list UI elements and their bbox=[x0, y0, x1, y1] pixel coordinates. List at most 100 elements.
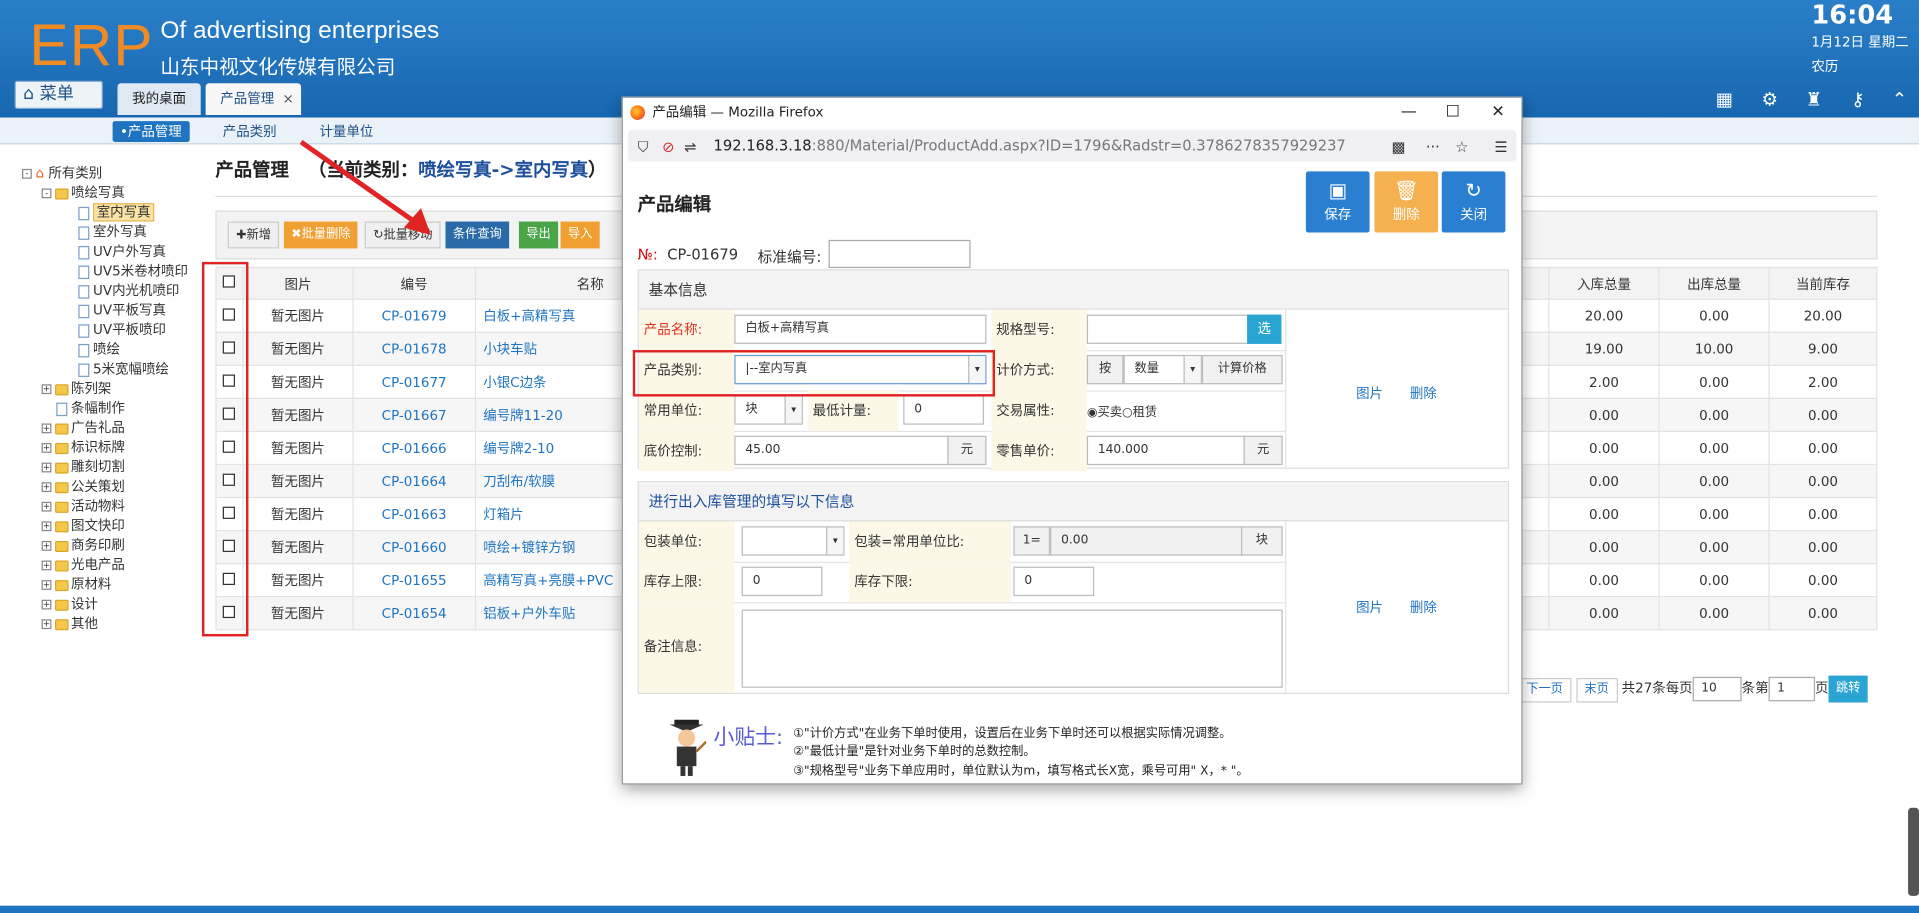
gear-icon[interactable]: ⚙ bbox=[1758, 88, 1782, 110]
expand-toggle[interactable]: + bbox=[41, 521, 52, 532]
expand-toggle[interactable]: + bbox=[41, 482, 52, 493]
trade-radio-group[interactable]: ◉买卖○租赁 bbox=[1087, 401, 1157, 419]
star-icon[interactable]: ☆ bbox=[1455, 138, 1468, 155]
min-qty-input[interactable]: 0 bbox=[903, 395, 985, 425]
collapse-icon[interactable]: ⌃ bbox=[1887, 88, 1911, 110]
query-button[interactable]: 条件查询 bbox=[445, 221, 510, 249]
expand-toggle[interactable]: + bbox=[41, 540, 52, 551]
page-input[interactable]: 1 bbox=[1768, 676, 1816, 702]
subnav-product-category[interactable]: 产品类别 bbox=[215, 121, 284, 142]
standard-number-input[interactable] bbox=[828, 239, 971, 269]
tree-item[interactable]: 室外写真 bbox=[78, 223, 147, 241]
code-cell[interactable]: CP-01663 bbox=[352, 496, 476, 532]
next-page-button[interactable]: 下一页 bbox=[1517, 678, 1572, 703]
expand-toggle[interactable]: + bbox=[41, 423, 52, 434]
menu-button[interactable]: ⌂ 菜单 bbox=[14, 80, 103, 109]
code-cell[interactable]: CP-01667 bbox=[352, 397, 476, 433]
tree-item[interactable]: 条幅制作 bbox=[56, 399, 125, 417]
spec-input[interactable] bbox=[1086, 314, 1249, 344]
tree-item[interactable]: 喷绘 bbox=[78, 340, 120, 358]
product-name-input[interactable]: 白板+高精写真 bbox=[734, 314, 987, 344]
floor-price-input[interactable]: 45.00 bbox=[734, 435, 950, 466]
spec-select-button[interactable]: 选 bbox=[1247, 314, 1282, 344]
tree-item[interactable]: + 图文快印 bbox=[41, 516, 125, 534]
tree-item[interactable]: + 其他 bbox=[41, 614, 98, 632]
tree-item[interactable]: UV平板喷印 bbox=[78, 321, 166, 339]
import-button[interactable]: 导入 bbox=[560, 221, 600, 249]
tree-item[interactable]: UV平板写真 bbox=[78, 301, 166, 319]
tree-item[interactable]: 5米宽幅喷绘 bbox=[78, 360, 169, 378]
maximize-icon[interactable]: ☐ bbox=[1431, 98, 1475, 127]
shield-icon[interactable]: ⛉ bbox=[638, 138, 649, 156]
code-cell[interactable]: CP-01678 bbox=[352, 331, 476, 366]
tree-item[interactable]: UV内光机喷印 bbox=[78, 281, 179, 299]
collapse-toggle[interactable]: - bbox=[41, 188, 52, 199]
remark-textarea[interactable] bbox=[741, 609, 1283, 688]
tree-item[interactable]: + 标识标牌 bbox=[41, 438, 125, 456]
tree-item[interactable]: + 光电产品 bbox=[41, 556, 125, 574]
qr-icon[interactable]: ▩ bbox=[1392, 138, 1406, 155]
subnav-product-management[interactable]: •产品管理 bbox=[112, 121, 190, 142]
tree-item[interactable]: - 喷绘写真 bbox=[41, 184, 125, 202]
expand-toggle[interactable]: + bbox=[41, 619, 52, 630]
image-link[interactable]: 图片 bbox=[1356, 383, 1383, 403]
permissions-icon[interactable]: ⇌ bbox=[684, 138, 696, 155]
close-button[interactable]: ↻ 关闭 bbox=[1441, 171, 1506, 233]
save-button[interactable]: ▣ 保存 bbox=[1305, 171, 1370, 233]
expand-toggle[interactable]: + bbox=[41, 560, 52, 571]
expand-toggle[interactable]: + bbox=[41, 599, 52, 610]
tree-item[interactable]: UV5米卷材喷印 bbox=[78, 262, 188, 280]
stock-lower-input[interactable]: 0 bbox=[1013, 566, 1095, 597]
scrollbar-thumb[interactable] bbox=[1908, 807, 1919, 896]
tree-item[interactable]: + 陈列架 bbox=[41, 379, 112, 397]
code-cell[interactable]: CP-01677 bbox=[352, 364, 476, 399]
tree-item[interactable]: + 雕刻切割 bbox=[41, 458, 125, 476]
tree-root[interactable]: - ⌂ 所有类别 bbox=[22, 164, 102, 182]
tab-product-management[interactable]: 产品管理 × bbox=[205, 83, 302, 116]
expand-toggle[interactable]: + bbox=[41, 580, 52, 590]
minimize-icon[interactable]: — bbox=[1387, 98, 1431, 127]
tree-item[interactable]: + 广告礼品 bbox=[41, 419, 125, 437]
tab-my-desktop[interactable]: 我的桌面 bbox=[117, 83, 201, 116]
collapse-toggle[interactable]: - bbox=[22, 168, 32, 179]
ratio-input[interactable]: 0.00 bbox=[1050, 526, 1244, 556]
window-close-icon[interactable]: ✕ bbox=[1476, 98, 1520, 127]
tree-item[interactable]: + 公关策划 bbox=[41, 477, 125, 495]
code-cell[interactable]: CP-01666 bbox=[352, 430, 476, 466]
tree-item[interactable]: + 活动物料 bbox=[41, 497, 125, 515]
stock-upper-input[interactable]: 0 bbox=[741, 566, 823, 597]
export-button[interactable]: 导出 bbox=[518, 221, 559, 249]
pack-unit-select[interactable]: ▾ bbox=[741, 526, 845, 556]
shirt-icon[interactable]: ♜ bbox=[1802, 88, 1826, 110]
expand-toggle[interactable]: + bbox=[41, 501, 52, 512]
apps-icon[interactable]: ▦ bbox=[1712, 88, 1736, 110]
add-button[interactable]: ✚新增 bbox=[227, 221, 280, 249]
more-icon[interactable]: ··· bbox=[1426, 138, 1440, 155]
key-icon[interactable]: ⚷ bbox=[1846, 88, 1870, 110]
code-cell[interactable]: CP-01660 bbox=[352, 529, 476, 565]
code-cell[interactable]: CP-01655 bbox=[352, 562, 476, 598]
unit-select[interactable]: 块 ▾ bbox=[734, 395, 803, 425]
expand-toggle[interactable]: + bbox=[41, 443, 52, 453]
expand-toggle[interactable]: + bbox=[41, 384, 52, 395]
go-button[interactable]: 跳转 bbox=[1828, 675, 1868, 703]
tree-item[interactable]: + 设计 bbox=[41, 595, 98, 613]
tree-item[interactable]: + 原材料 bbox=[41, 575, 112, 593]
tree-item[interactable]: + 商务印刷 bbox=[41, 536, 125, 554]
last-page-button[interactable]: 末页 bbox=[1575, 678, 1618, 703]
code-cell[interactable]: CP-01654 bbox=[352, 596, 476, 631]
delete-image-link[interactable]: 删除 bbox=[1410, 383, 1437, 403]
hamburger-icon[interactable]: ☰ bbox=[1494, 138, 1507, 155]
tree-item[interactable]: UV户外写真 bbox=[78, 242, 166, 260]
delete-button[interactable]: 🗑 删除 bbox=[1374, 171, 1439, 233]
insecure-lock-icon[interactable]: ⊘ bbox=[662, 138, 674, 155]
code-cell[interactable]: CP-01679 bbox=[352, 298, 476, 333]
close-icon[interactable]: × bbox=[282, 83, 293, 115]
delete-image-link[interactable]: 删除 bbox=[1410, 597, 1437, 617]
price-mode-select[interactable]: 数量 ▾ bbox=[1123, 354, 1202, 385]
expand-toggle[interactable]: + bbox=[41, 462, 52, 473]
page-size-select[interactable]: 10 bbox=[1692, 676, 1742, 702]
retail-price-input[interactable]: 140.000 bbox=[1086, 435, 1246, 466]
tree-item-selected[interactable]: 室内写真 bbox=[78, 203, 155, 222]
code-cell[interactable]: CP-01664 bbox=[352, 463, 476, 499]
